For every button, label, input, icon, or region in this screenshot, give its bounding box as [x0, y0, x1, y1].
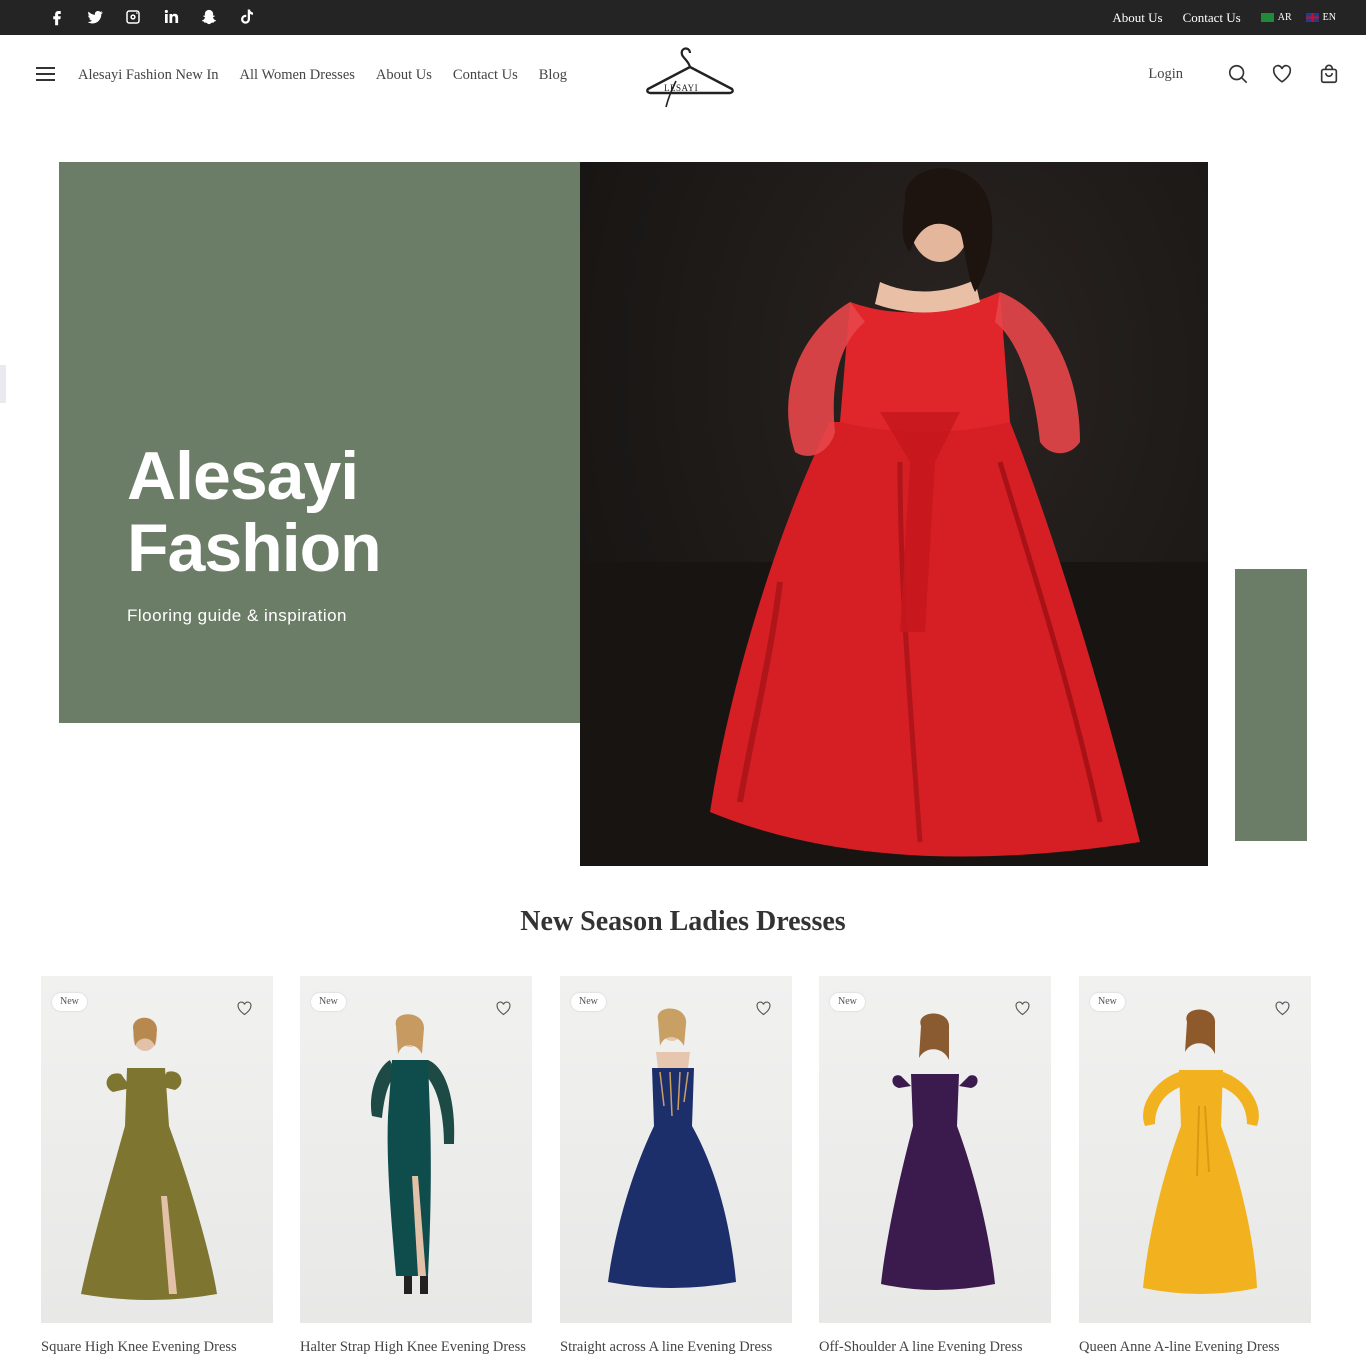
nav-new-in[interactable]: Alesayi Fashion New In — [78, 67, 219, 84]
saudi-flag-icon[interactable] — [1260, 13, 1274, 22]
nav-blog[interactable]: Blog — [539, 67, 567, 84]
wishlist-heart-icon[interactable] — [755, 1000, 772, 1017]
new-badge: New — [1090, 993, 1125, 1011]
wishlist-heart-icon[interactable] — [1014, 1000, 1031, 1017]
nav-contact[interactable]: Contact Us — [453, 67, 518, 84]
main-nav: Alesayi Fashion New In All Women Dresses… — [78, 67, 567, 84]
header-tools: Login — [1148, 63, 1340, 85]
product-name[interactable]: Straight across A line Evening Dress — [560, 1339, 820, 1356]
nav-all-dresses[interactable]: All Women Dresses — [240, 67, 355, 84]
new-badge: New — [311, 993, 346, 1011]
hero-title-line1: Alesayi — [127, 438, 359, 514]
product-name[interactable]: Square High Knee Evening Dress — [41, 1339, 301, 1356]
nav-about[interactable]: About Us — [376, 67, 432, 84]
product-name[interactable]: Queen Anne A-line Evening Dress — [1079, 1339, 1339, 1356]
product-image[interactable]: New — [560, 976, 792, 1323]
product-name[interactable]: Halter Strap High Knee Evening Dress — [300, 1339, 560, 1356]
hero-title-line2: Fashion — [127, 510, 382, 586]
snapchat-icon[interactable] — [190, 6, 228, 28]
instagram-icon[interactable] — [114, 6, 152, 28]
brand-logo[interactable]: LESAYI — [642, 45, 738, 111]
main-header: Alesayi Fashion New In All Women Dresses… — [0, 35, 1366, 120]
new-badge: New — [830, 993, 865, 1011]
logo-text: LESAYI — [664, 83, 699, 93]
lang-en[interactable]: EN — [1323, 12, 1336, 23]
cart-icon[interactable] — [1318, 63, 1340, 85]
top-about-link[interactable]: About Us — [1112, 10, 1162, 26]
new-badge: New — [571, 993, 606, 1011]
product-image[interactable]: New — [41, 976, 273, 1323]
product-name[interactable]: Off-Shoulder A line Evening Dress — [819, 1339, 1079, 1356]
search-icon[interactable] — [1227, 63, 1249, 85]
hero-subtitle: Flooring guide & inspiration — [127, 606, 348, 625]
product-image[interactable]: New — [300, 976, 532, 1323]
linkedin-icon[interactable] — [152, 6, 190, 28]
hero-title: Alesayi Fashion — [127, 438, 382, 586]
wishlist-heart-icon[interactable] — [1274, 1000, 1291, 1017]
login-link[interactable]: Login — [1148, 66, 1183, 83]
hero-image — [580, 162, 1208, 866]
twitter-icon[interactable] — [76, 6, 114, 28]
hanger-icon — [646, 47, 734, 108]
top-contact-link[interactable]: Contact Us — [1183, 10, 1241, 26]
wishlist-icon[interactable] — [1271, 63, 1293, 85]
wishlist-heart-icon[interactable] — [236, 1000, 253, 1017]
product-image[interactable]: New — [1079, 976, 1311, 1323]
hero-side-accent — [1235, 569, 1307, 841]
product-image[interactable]: New — [819, 976, 1051, 1323]
carousel-edge — [0, 365, 6, 403]
facebook-icon[interactable] — [38, 6, 76, 28]
uk-flag-icon[interactable] — [1305, 13, 1319, 22]
wishlist-heart-icon[interactable] — [495, 1000, 512, 1017]
new-badge: New — [52, 993, 87, 1011]
tiktok-icon[interactable] — [228, 6, 266, 28]
top-bar: About Us Contact Us AR EN — [0, 0, 1366, 35]
hamburger-menu-icon[interactable] — [36, 67, 56, 83]
language-switcher: AR EN — [1260, 12, 1336, 23]
top-nav: About Us Contact Us AR EN — [1112, 0, 1336, 35]
social-links — [38, 6, 266, 28]
lang-ar[interactable]: AR — [1278, 12, 1292, 23]
section-title: New Season Ladies Dresses — [520, 906, 846, 937]
